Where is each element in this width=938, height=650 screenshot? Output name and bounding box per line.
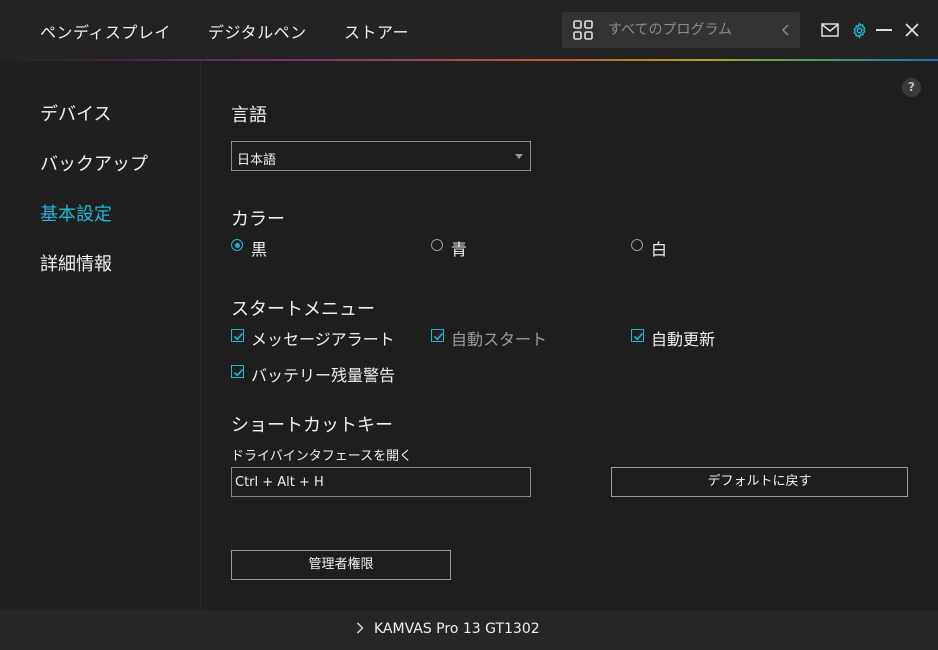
shortcut-title: ショートカットキー [231,415,393,436]
radio-selected-icon [231,239,243,251]
checkbox-checked-icon [431,329,444,342]
grid-icon[interactable] [573,20,593,40]
close-icon[interactable] [905,23,919,37]
settings-panel: ? 言語 日本語 カラー 黒 青 白 スタートメニュー メッセージアラート 自動… [201,61,938,610]
program-search[interactable] [562,12,800,48]
minimize-icon[interactable] [876,29,892,32]
chevron-left-icon[interactable] [780,22,792,38]
language-selected-value: 日本語 [237,153,277,168]
admin-permission-button[interactable]: 管理者権限 [231,550,451,580]
reset-default-button[interactable]: デフォルトに戻す [611,467,908,497]
color-option-label: 黒 [251,240,268,259]
sidebar-item-details[interactable]: 詳細情報 [40,250,112,276]
shortcut-input[interactable] [231,467,531,497]
radio-unselected-icon [431,239,443,251]
device-selector[interactable]: KAMVAS Pro 13 GT1302 [356,621,540,637]
chevron-right-icon [357,622,364,634]
shortcut-label: ドライバインタフェースを開く [231,449,413,464]
tab-store[interactable]: ストアー [344,19,409,43]
color-title: カラー [231,209,285,230]
search-input[interactable] [608,20,768,40]
tab-digital-pen[interactable]: デジタルペン [208,19,307,43]
language-select[interactable]: 日本語 [231,141,531,171]
color-option-label: 白 [651,240,668,259]
checkbox-checked-icon [631,329,644,342]
caret-down-icon [515,154,523,159]
top-bar: ペンディスプレイ デジタルペン ストアー [0,0,938,61]
checkbox-label: バッテリー残量警告 [251,366,396,385]
help-icon[interactable]: ? [902,78,921,97]
settings-icon[interactable] [851,22,868,39]
sidebar-item-basic-settings[interactable]: 基本設定 [40,200,112,226]
checkbox-checked-icon [231,365,244,378]
sidebar-item-device[interactable]: デバイス [40,100,111,126]
language-title: 言語 [231,105,267,126]
radio-unselected-icon [631,239,643,251]
checkbox-label: メッセージアラート [251,330,395,349]
start-menu-title: スタートメニュー [231,299,375,320]
checkbox-label: 自動更新 [651,330,716,349]
sidebar-item-backup[interactable]: バックアップ [40,150,148,176]
device-name: KAMVAS Pro 13 GT1302 [374,621,540,637]
checkbox-checked-icon [231,329,244,342]
sidebar: デバイス バックアップ 基本設定 詳細情報 [0,61,200,610]
tab-pen-display[interactable]: ペンディスプレイ [40,19,171,43]
device-bar: KAMVAS Pro 13 GT1302 [0,610,938,650]
color-option-label: 青 [451,240,468,259]
checkbox-label: 自動スタート [451,330,548,349]
mail-icon[interactable] [821,23,839,37]
